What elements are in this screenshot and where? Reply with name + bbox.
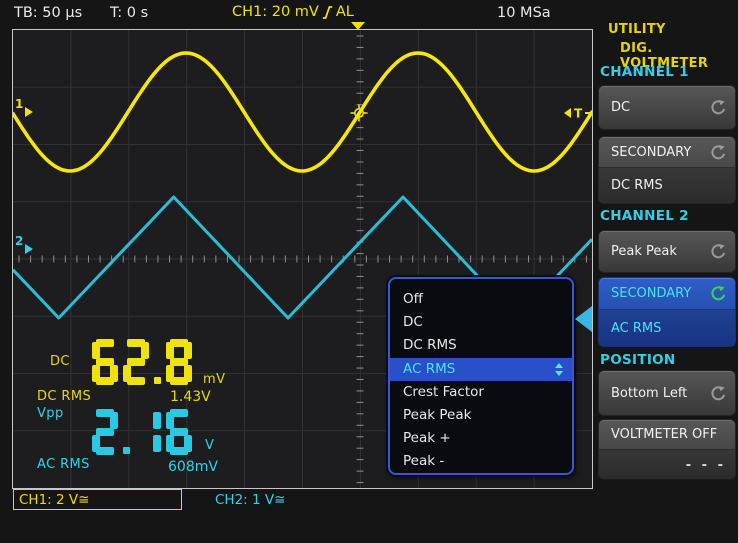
ch2-reference-arrow[interactable] [25, 244, 33, 254]
rising-edge-icon [322, 5, 333, 20]
trigger-time-readout: T: 0 s [110, 5, 148, 21]
sevenseg-digit [92, 339, 118, 385]
rotate-knob-icon [709, 99, 726, 116]
ch1-secondary-value: DC RMS [611, 178, 663, 193]
dvm-vpp-label: Vpp [37, 406, 64, 421]
dvm-dc-value-display [92, 339, 192, 385]
menu-item-peak[interactable]: Peak + [390, 427, 572, 450]
position-value: Bottom Left [611, 386, 687, 401]
rotate-knob-icon-active [709, 285, 726, 302]
trigger-settings-readout: CH1: 20 mV AL [232, 4, 354, 20]
ch2-primary-button[interactable]: Peak Peak [598, 230, 736, 273]
ch1-primary-label: DC [611, 100, 630, 115]
sevenseg-digit [135, 409, 161, 455]
channel2-section-label: CHANNEL 2 [600, 208, 689, 224]
dvm-vpp-unit: V [205, 438, 214, 453]
rotate-knob-icon [709, 243, 726, 260]
timebase-readout: TB: 50 µs [14, 5, 82, 21]
rotate-knob-icon [709, 385, 726, 402]
menu-item-dc-rms[interactable]: DC RMS [390, 334, 572, 357]
ch1-reference-arrow[interactable] [25, 107, 33, 117]
trigger-level-label[interactable]: T [574, 107, 583, 121]
menu-item-peak-peak[interactable]: Peak Peak [390, 404, 572, 427]
ch1-primary-button[interactable]: DC [598, 85, 736, 130]
trigger-mode-label: AL [336, 4, 354, 20]
menu-item-ac-rms[interactable]: AC RMS [390, 358, 572, 381]
sevenseg-digit [166, 339, 192, 385]
position-button[interactable]: Bottom Left [598, 370, 736, 416]
sevenseg-decimal-point [123, 447, 130, 454]
voltmeter-off-label: VOLTMETER OFF [611, 427, 717, 442]
ch1-secondary-header: SECONDARY [611, 145, 691, 160]
sample-rate-readout: 10 MSa [497, 5, 551, 21]
menu-item-label: Crest Factor [403, 381, 484, 404]
menu-title: UTILITY [608, 22, 666, 37]
dvm-dc-label: DC [50, 354, 70, 369]
menu-item-peak[interactable]: Peak - [390, 450, 572, 473]
menu-item-label: AC RMS [403, 358, 455, 381]
menu-item-label: Peak Peak [403, 404, 471, 427]
dvm-dcrms-label: DC RMS [37, 389, 91, 404]
ch1-secondary-button[interactable]: SECONDARY DC RMS [598, 136, 736, 204]
ch1-scale-readout[interactable]: CH1: 2 V≅ [13, 489, 182, 510]
menu-item-label: DC RMS [403, 334, 457, 357]
dvm-vpp-value-display [92, 409, 192, 455]
ch1-reference-marker[interactable]: 1 [15, 97, 23, 111]
dvm-acrms-label: AC RMS [37, 457, 90, 472]
ch2-scale-readout[interactable]: CH2: 1 V≅ [215, 492, 285, 508]
measurement-select-menu: OffDCDC RMSAC RMSCrest FactorPeak PeakPe… [388, 277, 574, 475]
up-down-spinner-icon[interactable] [555, 363, 563, 376]
dvm-dc-unit: mV [203, 372, 225, 387]
position-section-label: POSITION [600, 352, 676, 368]
rotate-knob-icon [709, 144, 726, 161]
dvm-acrms-value: 608mV [168, 459, 218, 475]
ch2-reference-marker[interactable]: 2 [15, 234, 23, 248]
dvm-dcrms-value: 1.43V [170, 389, 211, 405]
oscilloscope-screen: TB: 50 µs T: 0 s CH1: 20 mV AL 10 MSa 1 2… [0, 0, 738, 543]
sevenseg-digit [92, 409, 118, 455]
voltmeter-off-value: - - - [686, 458, 726, 473]
menu-pointer-arrow [575, 306, 592, 332]
menu-item-label: Peak + [403, 427, 451, 450]
channel1-section-label: CHANNEL 1 [600, 64, 689, 80]
softkey-sidebar: UTILITY DIG. VOLTMETER CHANNEL 1 DC SECO… [596, 0, 738, 543]
menu-item-crest-factor[interactable]: Crest Factor [390, 381, 572, 404]
ch2-secondary-button-active[interactable]: SECONDARY AC RMS [598, 277, 736, 347]
menu-item-label: Off [403, 288, 423, 311]
trigger-source-level: CH1: 20 mV [232, 4, 319, 20]
menu-item-label: Peak - [403, 450, 444, 473]
menu-item-dc[interactable]: DC [390, 311, 572, 334]
menu-item-label: DC [403, 311, 423, 334]
trigger-level-marker[interactable] [564, 108, 571, 118]
menu-item-off[interactable]: Off [390, 288, 572, 311]
ch2-secondary-value: AC RMS [611, 321, 661, 336]
sevenseg-digit [166, 409, 192, 455]
sevenseg-decimal-point [154, 377, 161, 384]
ch2-primary-label: Peak Peak [611, 244, 677, 259]
sevenseg-digit [123, 339, 149, 385]
ch2-secondary-header: SECONDARY [611, 286, 691, 301]
voltmeter-off-button[interactable]: VOLTMETER OFF - - - [598, 419, 736, 480]
